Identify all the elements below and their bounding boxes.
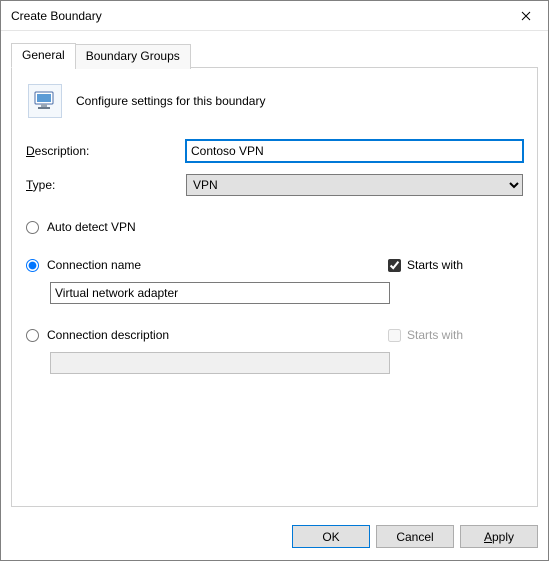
apply-button[interactable]: Apply [460,525,538,548]
dialog-button-bar: OK Cancel Apply [1,515,548,560]
computer-icon [32,89,58,113]
window-title: Create Boundary [11,9,506,23]
label-conn-desc-starts-with: Starts with [407,328,463,342]
check-conn-desc-starts-with [388,329,401,342]
label-conn-name-starts-with: Starts with [407,258,463,272]
general-panel: Configure settings for this boundary Des… [11,67,538,507]
connection-name-field[interactable] [50,282,390,304]
type-select[interactable]: VPN [186,174,523,196]
radio-connection-description[interactable] [26,329,39,342]
label-connection-description: Connection description [47,328,169,342]
ok-button[interactable]: OK [292,525,370,548]
radio-connection-name[interactable] [26,259,39,272]
panel-header-text: Configure settings for this boundary [76,94,265,108]
tab-boundary-groups[interactable]: Boundary Groups [75,44,191,69]
connection-description-field [50,352,390,374]
titlebar: Create Boundary [1,1,548,31]
tab-general[interactable]: General [11,43,76,68]
label-auto-detect: Auto detect VPN [47,220,136,234]
boundary-icon [28,84,62,118]
label-connection-name: Connection name [47,258,141,272]
label-type: Type: [26,178,55,192]
label-description: Description: [26,144,89,158]
close-icon [521,11,531,21]
description-field[interactable] [186,140,523,162]
cancel-button[interactable]: Cancel [376,525,454,548]
close-button[interactable] [506,2,546,30]
check-conn-name-starts-with[interactable] [388,259,401,272]
tab-strip: General Boundary Groups [11,43,538,68]
radio-auto-detect[interactable] [26,221,39,234]
